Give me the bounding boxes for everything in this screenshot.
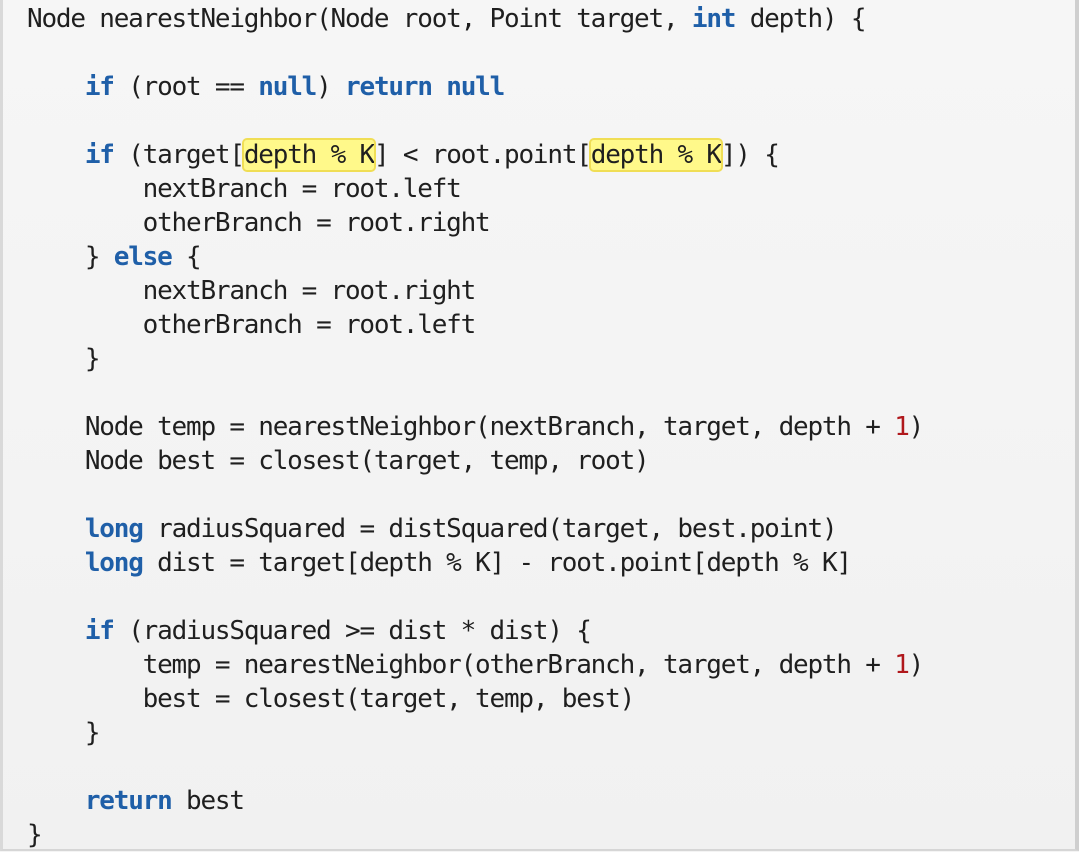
code-token: (radiusSquared >= dist * dist) {: [113, 616, 592, 646]
code-line: long radiusSquared = distSquared(target,…: [27, 512, 923, 546]
code-token: temp = nearestNeighbor(otherBranch, targ…: [27, 650, 895, 680]
code-keyword: if: [84, 616, 115, 646]
code-keyword: long: [84, 514, 144, 544]
code-token: Node temp = nearestNeighbor(nextBranch, …: [27, 412, 895, 442]
code-line: Node temp = nearestNeighbor(nextBranch, …: [27, 410, 925, 444]
code-line: temp = nearestNeighbor(otherBranch, targ…: [27, 648, 925, 682]
code-token: ] < root.point[: [373, 140, 592, 170]
code-line: if (root == null) return null: [27, 70, 923, 104]
code-line: if (target[depth % K] < root.point[depth…: [27, 138, 923, 172]
code-line: } else {: [27, 240, 923, 274]
code-block: Node nearestNeighbor(Node root, Point ta…: [27, 2, 925, 852]
code-token: depth) {: [735, 4, 867, 34]
code-line: Node nearestNeighbor(Node root, Point ta…: [27, 2, 923, 36]
slide-frame: Node nearestNeighbor(Node root, Point ta…: [0, 0, 1079, 851]
code-line: otherBranch = root.right: [27, 206, 923, 240]
code-token: nextBranch = root.left: [27, 174, 462, 204]
code-keyword: else: [113, 242, 173, 272]
code-token: best = closest(target, temp, best): [27, 684, 636, 714]
code-token: }: [27, 344, 101, 374]
code-number: 1: [894, 650, 910, 680]
code-keyword: int: [691, 4, 737, 34]
code-number: 1: [894, 412, 910, 442]
code-token: ): [908, 650, 925, 680]
code-token: dist = target[depth % K] - root.point[de…: [142, 548, 852, 578]
code-token: ]) {: [720, 140, 780, 170]
code-token: }: [27, 242, 114, 272]
code-token: }: [27, 820, 43, 850]
code-keyword: null: [446, 72, 505, 102]
code-token: ): [316, 72, 346, 102]
code-keyword: null: [258, 72, 317, 102]
code-token: }: [27, 718, 101, 748]
code-line: best = closest(target, temp, best): [27, 682, 923, 716]
highlighted-expression: depth % K: [241, 138, 376, 172]
code-line: nextBranch = root.left: [27, 172, 923, 206]
code-token: nextBranch = root.right: [27, 276, 477, 306]
code-line: return best: [27, 784, 923, 818]
code-token: best: [171, 786, 245, 816]
code-line: if (radiusSquared >= dist * dist) {: [27, 614, 923, 648]
code-token: (root ==: [113, 72, 259, 102]
code-line: Node best = closest(target, temp, root): [27, 444, 923, 478]
code-line: nextBranch = root.right: [27, 274, 923, 308]
code-line: }: [27, 342, 923, 376]
code-keyword: return: [84, 786, 173, 816]
code-token: radiusSquared = distSquared(target, best…: [142, 514, 838, 544]
code-keyword: return: [345, 72, 433, 102]
code-token: Node nearestNeighbor(Node root, Point ta…: [27, 4, 692, 34]
code-keyword: if: [84, 140, 115, 170]
code-line: }: [27, 716, 923, 750]
code-token: otherBranch = root.right: [27, 208, 491, 238]
code-keyword: long: [84, 548, 144, 578]
code-token: (target[: [113, 140, 245, 170]
code-token: ): [908, 412, 925, 442]
highlighted-expression: depth % K: [588, 138, 723, 172]
code-token: {: [171, 242, 202, 272]
code-line: long dist = target[depth % K] - root.poi…: [27, 546, 923, 580]
code-keyword: if: [84, 72, 115, 102]
code-line: }: [27, 818, 923, 852]
code-token: Node best = closest(target, temp, root): [27, 446, 650, 476]
code-line: otherBranch = root.left: [27, 308, 923, 342]
code-token: otherBranch = root.left: [27, 310, 477, 340]
